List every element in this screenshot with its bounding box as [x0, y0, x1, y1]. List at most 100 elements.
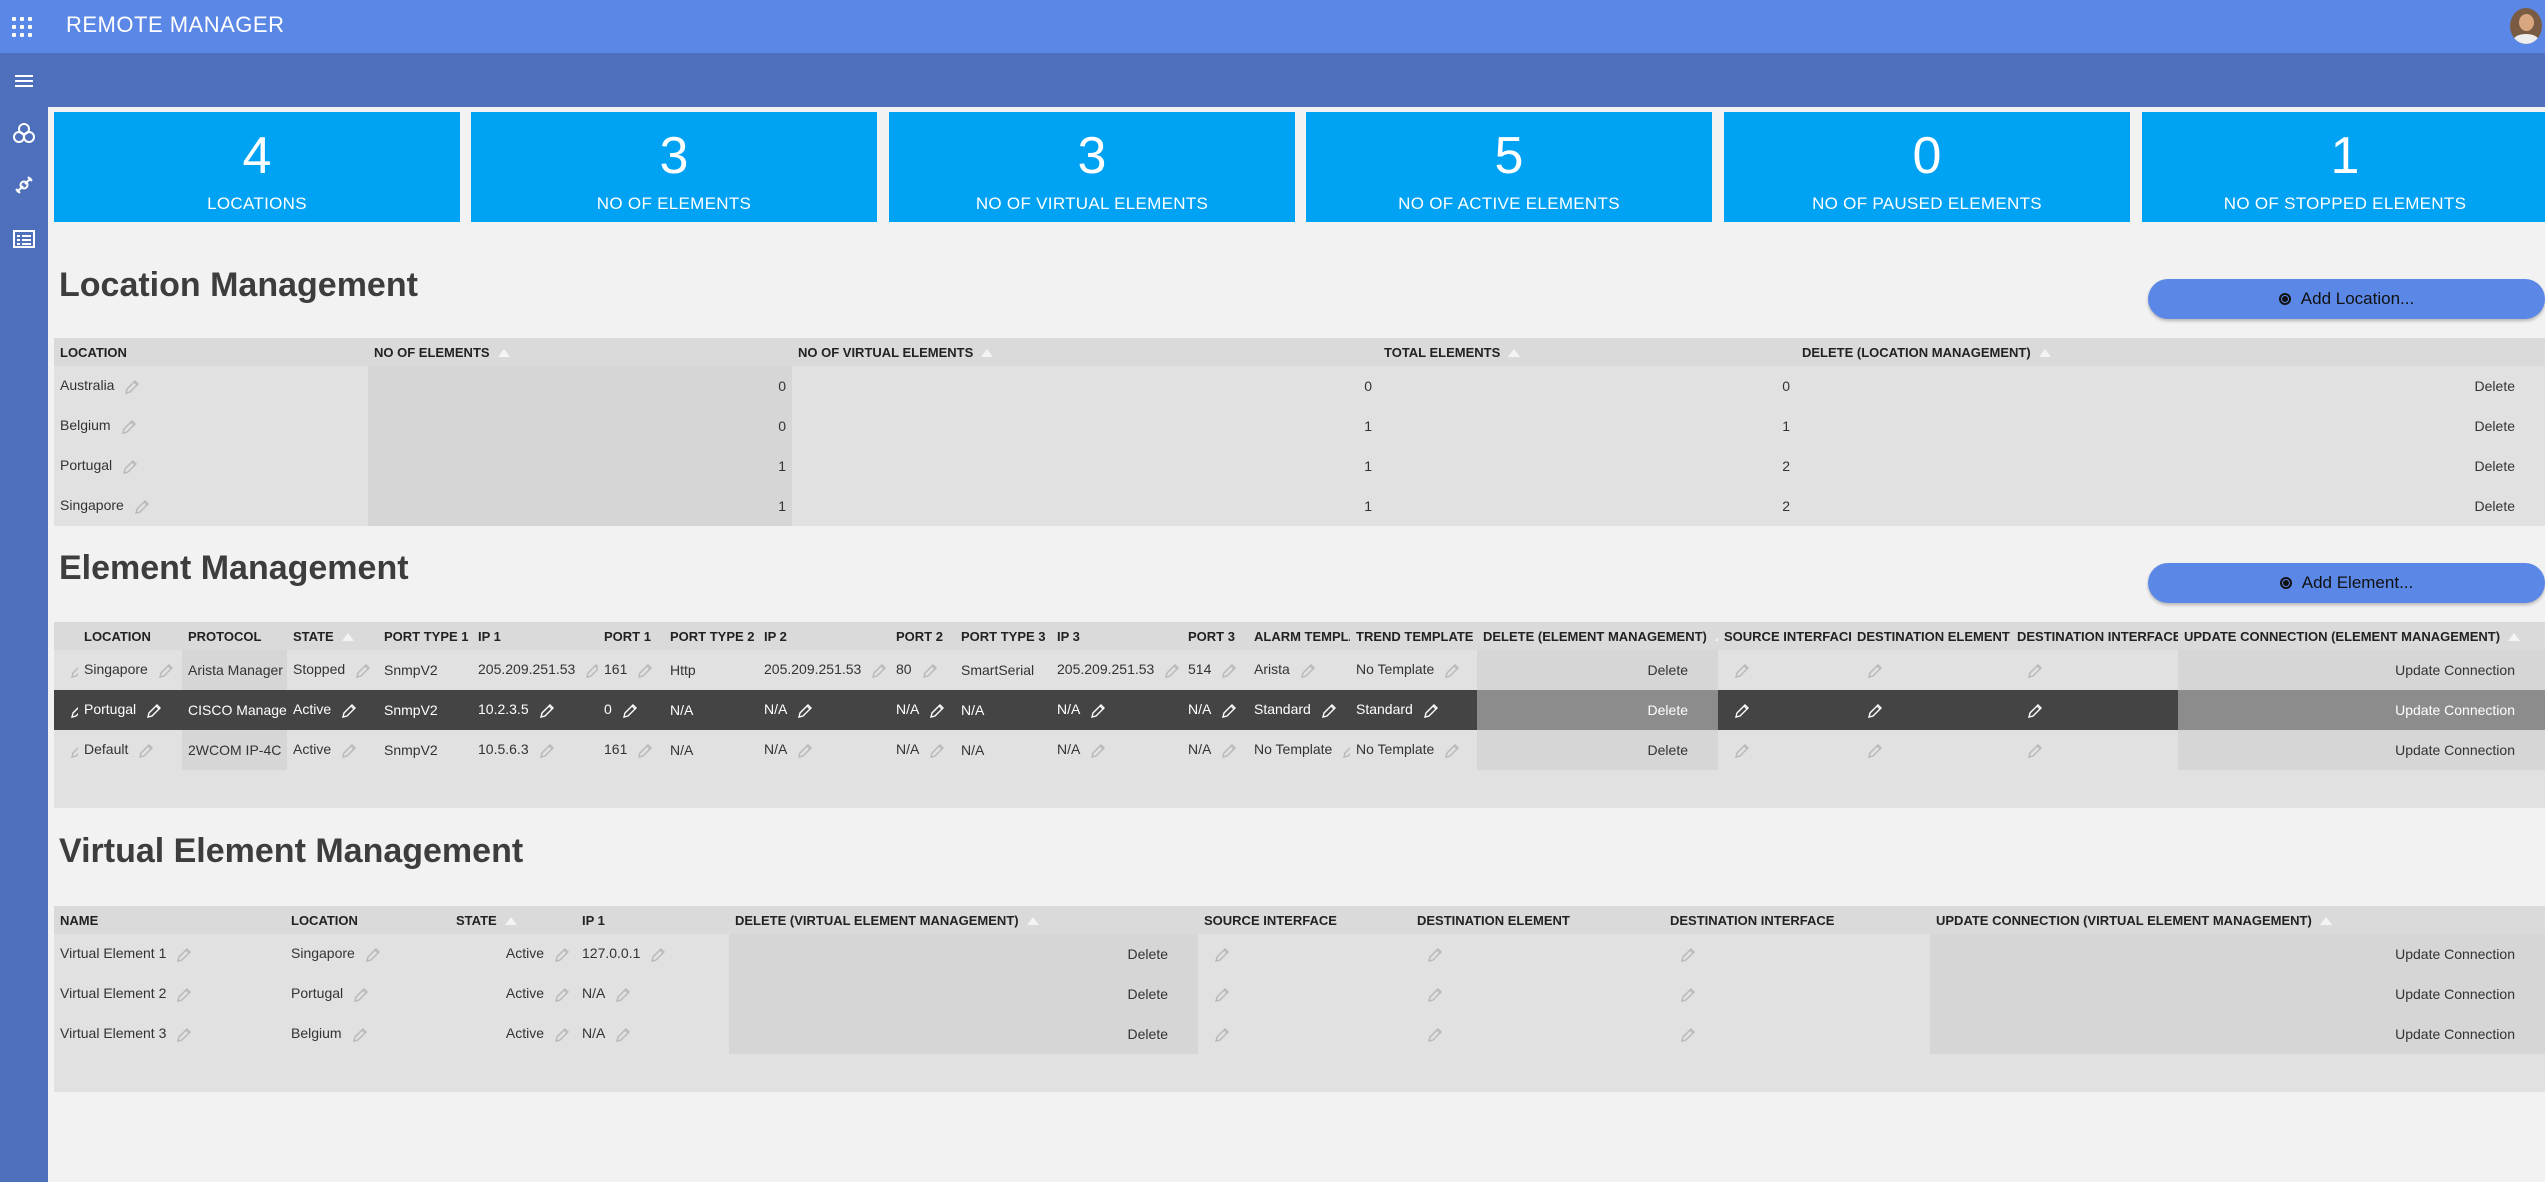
edit-icon[interactable] [585, 663, 598, 679]
cell-destination-interface[interactable] [1664, 934, 1930, 974]
edit-icon[interactable] [121, 419, 137, 435]
cell-location[interactable]: Portugal [285, 974, 450, 1014]
edit-icon[interactable] [539, 703, 555, 719]
cell-location[interactable]: Belgium [285, 1014, 450, 1054]
cell-select[interactable] [54, 730, 78, 770]
col-header-location[interactable]: LOCATION [285, 906, 450, 934]
edit-icon[interactable] [1444, 663, 1460, 679]
col-header-source-interface[interactable]: SOURCE INTERFACE [1198, 906, 1411, 934]
col-header-update-connection[interactable]: UPDATE CONNECTION (VIRTUAL ELEMENT MANAG… [1930, 906, 2545, 934]
col-header-total-elements[interactable]: TOTAL ELEMENTS [1378, 338, 1796, 366]
cell-port-1[interactable]: 161 [598, 650, 664, 690]
cell-source-interface[interactable] [1718, 690, 1851, 730]
table-row[interactable]: Virtual Element 3 Belgium Active N/A Del… [54, 1014, 2545, 1054]
edit-icon[interactable] [176, 947, 192, 963]
edit-icon[interactable] [1867, 663, 1883, 679]
cell-state[interactable]: Active [450, 1014, 576, 1054]
col-header-name[interactable]: NAME [54, 906, 285, 934]
edit-icon[interactable] [70, 743, 78, 759]
cell-ip-2[interactable]: 205.209.251.53 [758, 650, 890, 690]
cell-ip-3[interactable]: 205.209.251.53 [1051, 650, 1182, 690]
col-header-no-of-elements[interactable]: NO OF ELEMENTS [368, 338, 792, 366]
cell-state[interactable]: Active [450, 934, 576, 974]
cell-source-interface[interactable] [1198, 934, 1411, 974]
sort-ascending-icon[interactable] [2319, 917, 2332, 926]
edit-icon[interactable] [1214, 1027, 1230, 1043]
cell-ip-3[interactable]: N/A [1051, 730, 1182, 770]
cell-source-interface[interactable] [1718, 650, 1851, 690]
sort-ascending-icon[interactable] [497, 349, 510, 358]
edit-icon[interactable] [554, 947, 570, 963]
update-connection-button[interactable]: Update Connection [2178, 650, 2545, 690]
col-header-delete[interactable]: DELETE (LOCATION MANAGEMENT) [1796, 338, 2545, 366]
table-row[interactable]: Singapore 1 1 2 Delete [54, 486, 2545, 526]
table-row[interactable]: Default 2WCOM IP-4C Active SnmpV2 10.5.6… [54, 730, 2545, 770]
cell-trend-template[interactable]: Standard [1350, 690, 1477, 730]
cell-port-2[interactable]: N/A [890, 730, 955, 770]
cell-location[interactable]: Singapore [78, 650, 182, 690]
edit-icon[interactable] [1867, 743, 1883, 759]
edit-icon[interactable] [138, 743, 154, 759]
table-row[interactable]: Belgium 0 1 1 Delete [54, 406, 2545, 446]
cell-location[interactable]: Singapore [285, 934, 450, 974]
cell-name[interactable]: Virtual Element 3 [54, 1014, 285, 1054]
delete-button[interactable]: Delete [729, 934, 1198, 974]
edit-icon[interactable] [1090, 703, 1106, 719]
edit-icon[interactable] [1734, 743, 1750, 759]
cell-alarm-template[interactable]: No Template [1248, 730, 1350, 770]
col-header-destination-element[interactable]: DESTINATION ELEMENT [1851, 622, 2011, 650]
sort-ascending-icon[interactable] [2508, 633, 2521, 642]
edit-icon[interactable] [554, 987, 570, 1003]
cell-ip-3[interactable]: N/A [1051, 690, 1182, 730]
cell-destination-element[interactable] [1411, 1014, 1664, 1054]
cell-source-interface[interactable] [1718, 730, 1851, 770]
edit-icon[interactable] [637, 743, 653, 759]
cell-destination-element[interactable] [1851, 650, 2011, 690]
edit-icon[interactable] [134, 499, 150, 515]
delete-button[interactable]: Delete [1796, 366, 2545, 406]
table-row[interactable]: Virtual Element 2 Portugal Active N/A De… [54, 974, 2545, 1014]
apps-grid-icon[interactable] [12, 17, 32, 37]
edit-icon[interactable] [1734, 663, 1750, 679]
edit-icon[interactable] [1680, 987, 1696, 1003]
edit-icon[interactable] [2027, 743, 2043, 759]
cell-port-3[interactable]: 514 [1182, 650, 1248, 690]
col-header-protocol[interactable]: PROTOCOL [182, 622, 287, 650]
edit-icon[interactable] [650, 947, 666, 963]
cell-port-3[interactable]: N/A [1182, 730, 1248, 770]
cell-state[interactable]: Stopped [287, 650, 378, 690]
sort-ascending-icon[interactable] [1714, 633, 1718, 642]
cell-trend-template[interactable]: No Template [1350, 650, 1477, 690]
edit-icon[interactable] [1164, 663, 1180, 679]
cell-ip-1[interactable]: 205.209.251.53 [472, 650, 598, 690]
cell-ip-1[interactable]: N/A [576, 1014, 729, 1054]
delete-button[interactable]: Delete [1477, 730, 1718, 770]
edit-icon[interactable] [352, 1027, 368, 1043]
elements-icon[interactable] [8, 169, 40, 201]
cell-source-interface[interactable] [1198, 1014, 1411, 1054]
col-header-no-of-virtual-elements[interactable]: NO OF VIRTUAL ELEMENTS [792, 338, 1378, 366]
update-connection-button[interactable]: Update Connection [1930, 974, 2545, 1014]
edit-icon[interactable] [922, 663, 938, 679]
edit-icon[interactable] [637, 663, 653, 679]
cell-state[interactable]: Active [287, 730, 378, 770]
edit-icon[interactable] [554, 1027, 570, 1043]
col-header-update-connection[interactable]: UPDATE CONNECTION (ELEMENT MANAGEMENT) [2178, 622, 2545, 650]
cell-name[interactable]: Virtual Element 2 [54, 974, 285, 1014]
col-header-location[interactable]: LOCATION [54, 338, 368, 366]
col-header-ip-3[interactable]: IP 3 [1051, 622, 1182, 650]
cell-port-3[interactable]: N/A [1182, 690, 1248, 730]
col-header-trend-template[interactable]: TREND TEMPLATE [1350, 622, 1477, 650]
cell-ip-2[interactable]: N/A [758, 690, 890, 730]
col-header-port-type-3[interactable]: PORT TYPE 3 [955, 622, 1051, 650]
col-header-port-type-2[interactable]: PORT TYPE 2 [664, 622, 758, 650]
sort-ascending-icon[interactable] [341, 633, 354, 642]
edit-icon[interactable] [615, 1027, 631, 1043]
edit-icon[interactable] [1221, 663, 1237, 679]
col-header-port-1[interactable]: PORT 1 [598, 622, 664, 650]
edit-icon[interactable] [929, 743, 945, 759]
edit-icon[interactable] [1427, 947, 1443, 963]
edit-icon[interactable] [1214, 947, 1230, 963]
locations-icon[interactable] [8, 117, 40, 149]
cell-select[interactable] [54, 690, 78, 730]
